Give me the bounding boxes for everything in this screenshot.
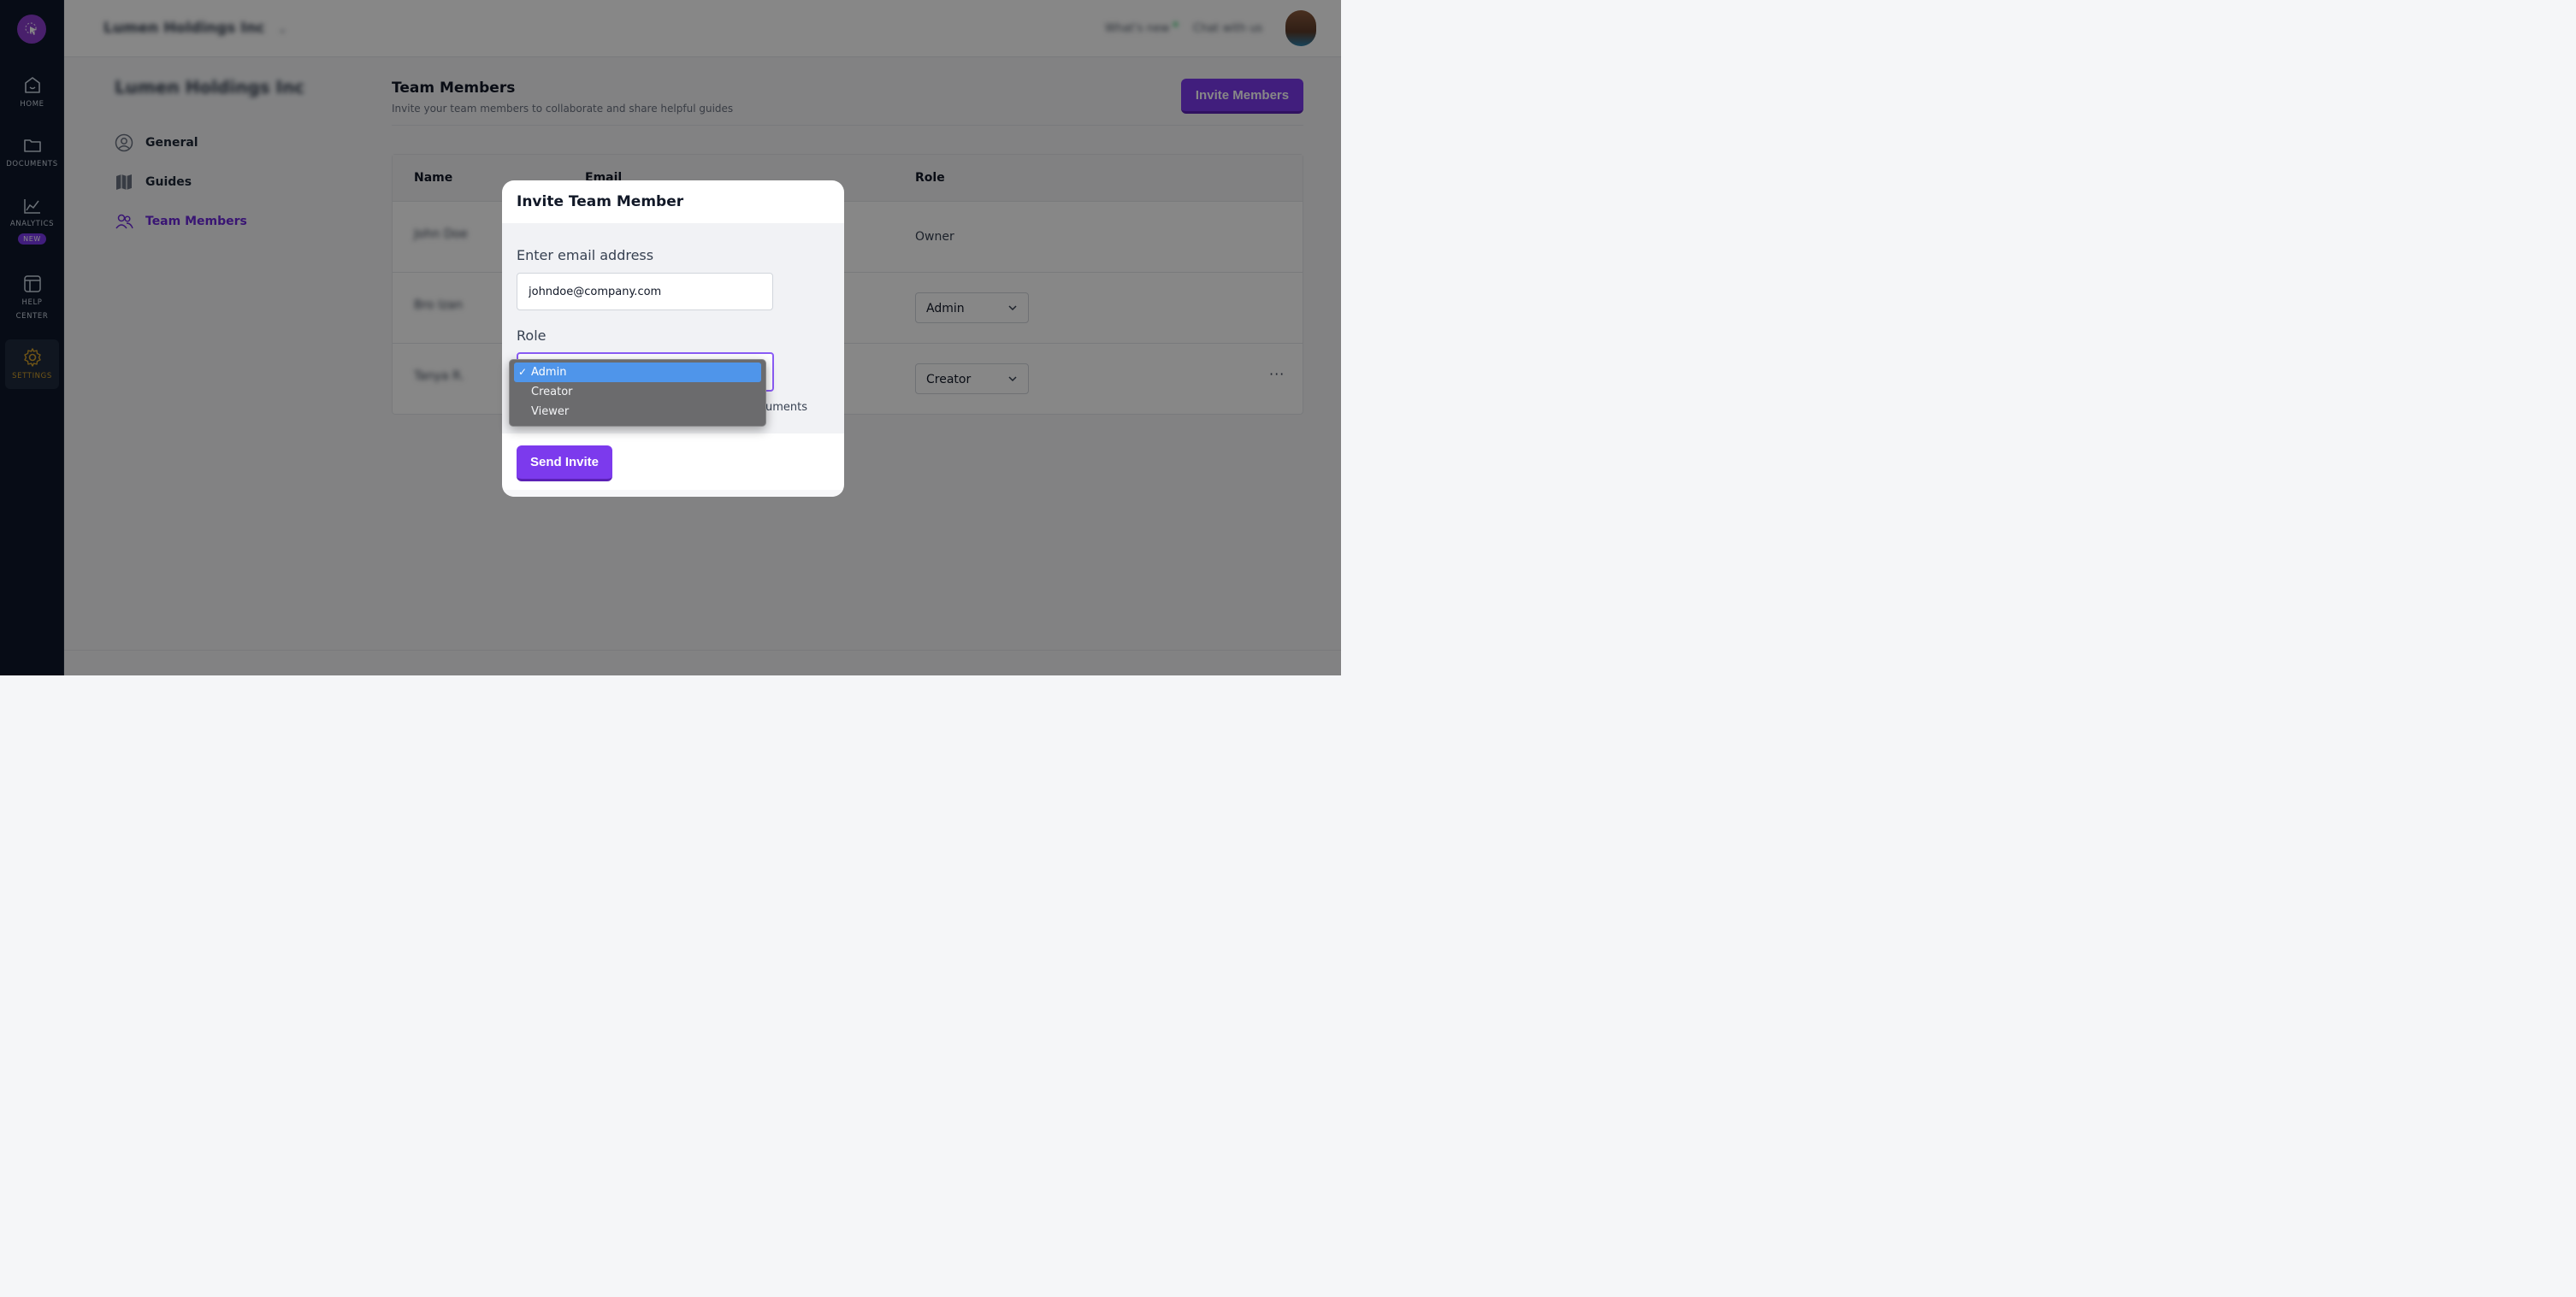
invite-team-member-modal: Invite Team Member Enter email address R…: [502, 180, 844, 497]
modal-title: Invite Team Member: [517, 193, 684, 210]
checkmark-icon: ✓: [518, 366, 528, 378]
role-label: Role: [517, 327, 547, 344]
email-label: Enter email address: [517, 247, 654, 263]
role-dropdown-menu: ✓ Admin Creator Viewer: [509, 359, 766, 427]
send-invite-button[interactable]: Send Invite: [517, 445, 612, 481]
role-option-creator[interactable]: Creator: [514, 382, 761, 402]
role-option-viewer[interactable]: Viewer: [514, 402, 761, 422]
email-field[interactable]: [517, 273, 773, 310]
role-option-label: Viewer: [531, 405, 570, 418]
role-option-admin[interactable]: ✓ Admin: [514, 363, 761, 382]
role-option-label: Creator: [531, 386, 573, 398]
modal-footer: [502, 490, 844, 497]
role-option-label: Admin: [531, 366, 567, 379]
